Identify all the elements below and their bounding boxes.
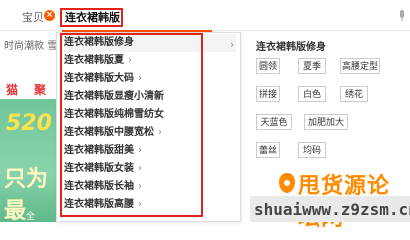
suggestion-dropdown: 连衣裙韩版修身 连衣裙韩版夏 › 连衣裙韩版大码 › 连衣裙韩版显瘦小清新 连衣裙韩… xyxy=(56,32,241,222)
attribute-tag[interactable]: 白色 xyxy=(298,86,326,102)
suggestion-label: 连衣裙韩版女装 xyxy=(64,163,134,174)
suggestion-item[interactable]: 连衣裙韩版大码 › xyxy=(64,70,236,88)
suggestion-item[interactable]: 连衣裙韩版女装 › xyxy=(64,160,236,178)
chevron-right-icon: › xyxy=(230,38,235,51)
attribute-tag[interactable]: 绣花 xyxy=(340,86,368,102)
banner-small-text: 全 xyxy=(26,212,36,222)
attribute-tag[interactable]: 加肥加大 xyxy=(304,114,348,130)
suggestion-label: 连衣裙韩版高腰 xyxy=(64,199,134,210)
chevron-right-icon: › xyxy=(138,199,142,210)
suggestion-item[interactable]: 连衣裙韩版甜美 › xyxy=(64,142,236,160)
watermark-logo-icon xyxy=(279,173,295,193)
suggestion-label: 连衣裙韩版夏 xyxy=(64,55,124,66)
suggestion-label: 连衣裙韩版甜美 xyxy=(64,145,134,156)
nav-tmall[interactable]: 猫 xyxy=(6,81,18,98)
background-page: 时尚潮款 雪 猫 聚划 520 只为最 全 xyxy=(0,31,56,222)
suggestion-item[interactable]: 连衣裙韩版纯棉雪纺女 xyxy=(64,106,236,124)
search-scope-label[interactable]: 宝贝 xyxy=(22,9,44,25)
promo-banner[interactable]: 520 只为最 全 xyxy=(0,99,56,222)
banner-number: 520 xyxy=(6,111,52,136)
chevron-right-icon: › xyxy=(138,73,142,84)
attribute-tag[interactable]: 夏季 xyxy=(298,58,326,74)
attribute-tag[interactable]: 均码 xyxy=(298,142,326,158)
suggestion-item[interactable]: 连衣裙韩版显瘦小清新 xyxy=(64,88,236,106)
suggestion-label: 连衣裙韩版纯棉雪纺女 xyxy=(64,109,164,120)
suggestion-item[interactable]: 连衣裙韩版夏 › xyxy=(64,52,236,70)
attribute-tag[interactable]: 蕾丝 xyxy=(256,142,280,158)
attribute-tag[interactable]: 天蓝色 xyxy=(256,114,292,130)
detail-panel-title: 连衣裙韩版修身 xyxy=(256,42,326,53)
chevron-right-icon: › xyxy=(138,181,142,192)
attribute-tag[interactable]: 高腰定型 xyxy=(340,58,380,74)
suggestion-label: 连衣裙韩版大码 xyxy=(64,73,134,84)
search-bar: 宝贝 × 连衣裙韩版 xyxy=(0,0,410,31)
attribute-tag[interactable]: 圆领 xyxy=(256,58,280,74)
suggestion-label: 连衣裙韩版中腰宽松 xyxy=(64,127,154,138)
suggestion-item[interactable]: 连衣裙韩版高腰 › xyxy=(64,196,236,214)
attribute-tag[interactable]: 拼接 xyxy=(256,86,280,102)
suggestion-item[interactable]: 连衣裙韩版修身 xyxy=(64,34,236,52)
watermark-url: shuaiwww.z9zsm.cn xyxy=(254,200,410,219)
hot-search-label[interactable]: 时尚潮款 雪 xyxy=(4,37,56,52)
suggestion-label: 连衣裙韩版显瘦小清新 xyxy=(64,91,164,102)
suggestion-label: 连衣裙韩版长袖 xyxy=(64,181,134,192)
scope-dropdown-icon[interactable]: × xyxy=(44,10,55,21)
chevron-right-icon: › xyxy=(158,127,162,138)
chevron-right-icon: › xyxy=(138,145,142,156)
chevron-right-icon: › xyxy=(128,55,132,66)
search-input[interactable]: 连衣裙韩版 xyxy=(60,8,123,27)
suggestion-item[interactable]: 连衣裙韩版中腰宽松 › xyxy=(64,124,236,142)
chevron-right-icon: › xyxy=(138,163,142,174)
suggestion-label: 连衣裙韩版修身 xyxy=(64,37,134,48)
suggestion-item[interactable]: 连衣裙韩版长袖 › xyxy=(64,178,236,196)
camera-icon[interactable] xyxy=(398,10,406,22)
